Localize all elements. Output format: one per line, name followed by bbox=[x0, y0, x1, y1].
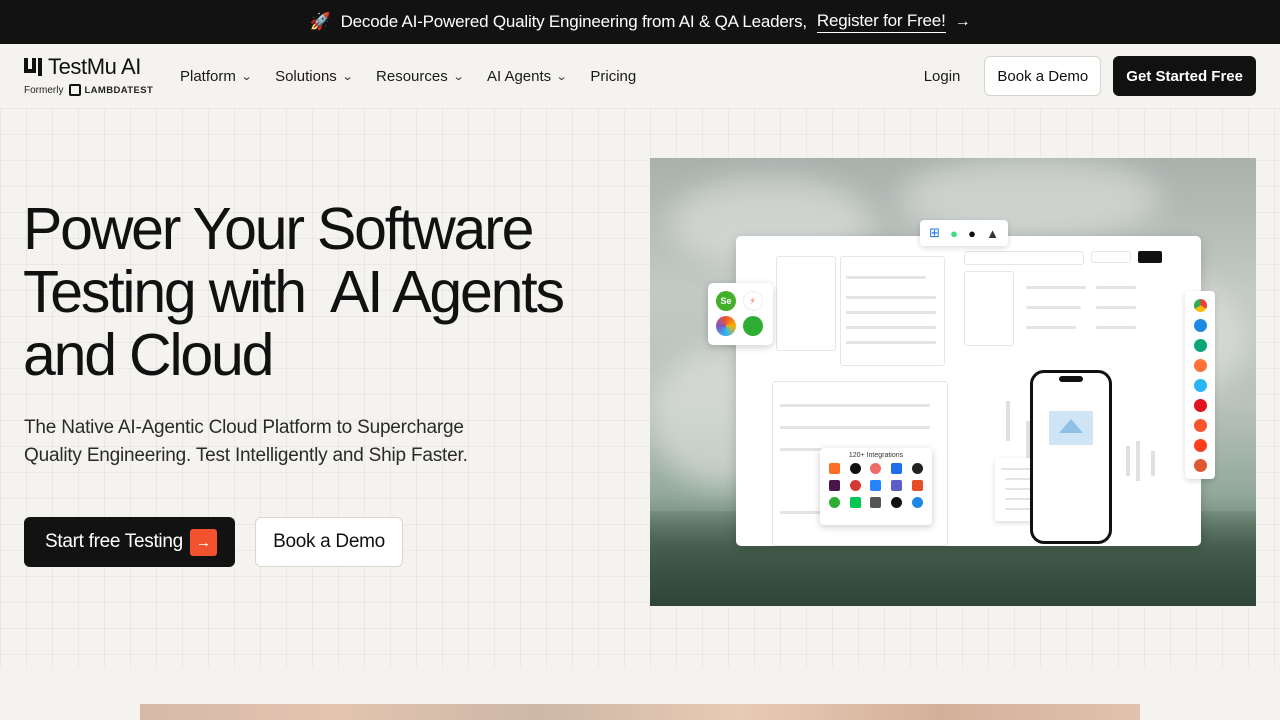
ie-icon bbox=[1193, 378, 1207, 392]
chevron-down-icon: ⌄ bbox=[240, 70, 253, 83]
nav-item-resources[interactable]: Resources ⌄ bbox=[376, 67, 465, 85]
hero-subtitle-line: The Native AI-Agentic Cloud Platform to … bbox=[24, 417, 464, 438]
gitlab-icon bbox=[828, 463, 840, 474]
hero-title-line: Testing with AI Agents bbox=[23, 259, 565, 325]
nav-item-solutions[interactable]: Solutions ⌄ bbox=[275, 67, 354, 85]
logo-formerly: Formerly bbox=[24, 84, 64, 96]
teams-icon bbox=[891, 480, 903, 491]
get-started-button[interactable]: Get Started Free bbox=[1113, 56, 1256, 96]
nav-menu: Platform ⌄ Solutions ⌄ Resources ⌄ AI Ag… bbox=[180, 44, 660, 108]
logo-name: TestMu AI bbox=[48, 54, 141, 79]
safari-icon bbox=[1193, 318, 1207, 332]
nav-item-ai-agents[interactable]: AI Agents ⌄ bbox=[486, 67, 568, 85]
chevron-down-icon: ⌄ bbox=[341, 70, 354, 83]
integrations-card: 120+ Integrations bbox=[820, 448, 932, 525]
hero-title-line: and Cloud bbox=[23, 322, 274, 388]
tools-icon bbox=[870, 497, 882, 508]
linux-icon: ▲ bbox=[986, 225, 999, 241]
logo[interactable]: TestMu AI Formerly LAMBDATEST bbox=[24, 54, 164, 96]
os-selector: ⊞ ● ● ▲ bbox=[920, 220, 1008, 246]
nav-item-label: Resources bbox=[376, 67, 448, 85]
nav-item-label: Solutions bbox=[275, 67, 337, 85]
hero-subtitle: The Native AI-Agentic Cloud Platform to … bbox=[24, 414, 494, 470]
firefox-icon bbox=[1193, 358, 1207, 372]
yandex-icon bbox=[1193, 438, 1207, 452]
dashboard-mockup bbox=[736, 236, 1201, 546]
nav-actions: Login Book a Demo Get Started Free bbox=[924, 56, 1256, 96]
android-icon: ● bbox=[950, 225, 958, 241]
login-link[interactable]: Login bbox=[924, 68, 961, 85]
jenkins-icon bbox=[849, 480, 861, 491]
jira-icon bbox=[870, 480, 882, 491]
mobile-device-mockup bbox=[1030, 370, 1112, 544]
hero-book-demo-button[interactable]: Book a Demo bbox=[255, 517, 403, 567]
nav-item-label: Platform bbox=[180, 67, 236, 85]
apple-icon: ● bbox=[968, 225, 976, 241]
playwright-icon bbox=[742, 316, 763, 336]
nav-item-label: Pricing bbox=[590, 67, 637, 85]
section-preview-image bbox=[140, 704, 1140, 720]
windows-icon: ⊞ bbox=[929, 225, 940, 240]
chevron-down-icon: ⌄ bbox=[452, 70, 465, 83]
clock-icon bbox=[891, 497, 903, 508]
register-link[interactable]: Register for Free! bbox=[816, 11, 946, 33]
kotlin-icon bbox=[849, 497, 861, 508]
nav-item-platform[interactable]: Platform ⌄ bbox=[180, 67, 253, 85]
testmu-logo-icon bbox=[24, 57, 42, 77]
lambdatest-icon bbox=[69, 84, 82, 96]
hero-illustration: ⊞ ● ● ▲ Se ⚡ 120+ Integrations bbox=[650, 158, 1256, 606]
logo-former-brand: LAMBDATEST bbox=[84, 84, 154, 96]
circleci-icon bbox=[912, 463, 924, 474]
cypress-icon bbox=[716, 316, 736, 336]
slack-icon bbox=[828, 480, 840, 491]
announcement-bar: 🚀 Decode AI-Powered Quality Engineering … bbox=[0, 0, 1280, 44]
hero-title-line: Power Your Software bbox=[23, 196, 534, 262]
opera-icon bbox=[1193, 398, 1207, 412]
test-tools-card: Se ⚡ bbox=[708, 283, 773, 345]
nav-item-label: AI Agents bbox=[486, 67, 552, 85]
chat-icon bbox=[912, 480, 924, 491]
selenium-icon: Se bbox=[716, 291, 736, 311]
announcement-text: Decode AI-Powered Quality Engineering fr… bbox=[340, 12, 808, 31]
image-placeholder-icon bbox=[1049, 411, 1093, 445]
lightning-icon: ⚡ bbox=[742, 291, 763, 311]
edge-icon bbox=[1193, 338, 1207, 352]
asana-icon bbox=[870, 463, 882, 474]
book-demo-button[interactable]: Book a Demo bbox=[984, 56, 1102, 96]
rocket-icon: 🚀 bbox=[309, 12, 331, 31]
start-free-testing-label: Start free Testing bbox=[45, 531, 183, 552]
chevron-down-icon: ⌄ bbox=[555, 70, 568, 83]
ci-icon bbox=[891, 463, 903, 474]
hero-subtitle-line: Quality Engineering. Test Intelligently … bbox=[24, 445, 468, 466]
chrome-icon bbox=[1193, 298, 1207, 312]
brave-icon bbox=[1193, 418, 1207, 432]
integrations-title: 120+ Integrations bbox=[848, 452, 904, 459]
gear-icon bbox=[828, 497, 840, 508]
hero-title: Power Your Software Testing with AI Agen… bbox=[23, 198, 623, 387]
main-navigation: TestMu AI Formerly LAMBDATEST Platform ⌄… bbox=[0, 44, 1280, 108]
github-icon bbox=[849, 463, 861, 474]
arrow-right-icon[interactable]: → bbox=[955, 13, 971, 31]
duckduckgo-icon bbox=[1193, 458, 1207, 472]
start-free-testing-button[interactable]: Start free Testing → bbox=[24, 517, 235, 567]
browser-list bbox=[1185, 291, 1215, 479]
refresh-icon bbox=[912, 497, 924, 508]
nav-item-pricing[interactable]: Pricing bbox=[590, 68, 636, 85]
arrow-right-icon: → bbox=[189, 528, 217, 556]
